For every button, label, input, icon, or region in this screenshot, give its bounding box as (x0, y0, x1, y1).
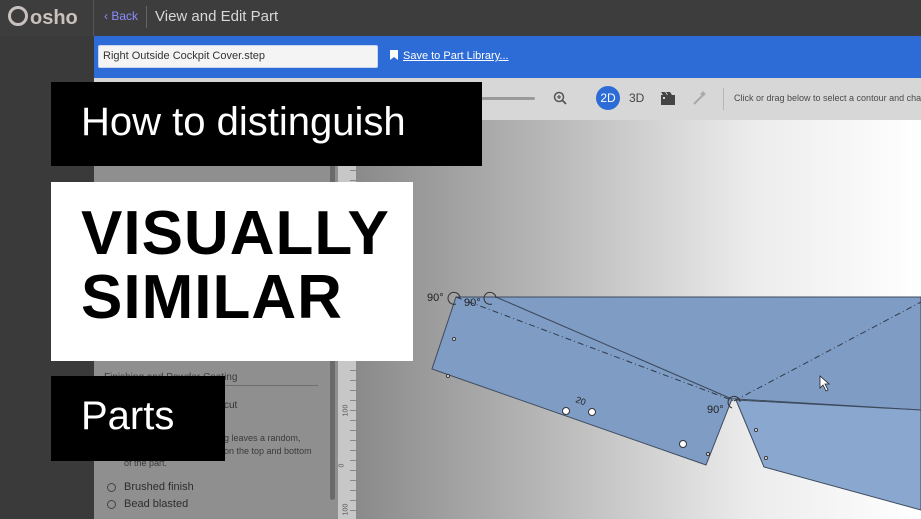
option-label: cut (224, 400, 238, 411)
filename-field[interactable]: Right Outside Cockpit Cover.step (98, 45, 378, 68)
bookmark-icon (390, 50, 398, 60)
title-card-line3: Parts (51, 376, 225, 461)
logo-text: osho (30, 7, 78, 29)
part-flange-right[interactable] (735, 399, 921, 511)
save-to-library-label: Save to Part Library... (403, 50, 509, 62)
option-description: on the top and bottom (224, 446, 312, 456)
radio-brushed-finish[interactable] (107, 483, 116, 492)
bend-angle-label: 90° (464, 297, 481, 309)
zoom-slider[interactable] (480, 97, 535, 100)
hole (562, 407, 570, 415)
part-drawing[interactable]: 90° 90° 90° 20 (356, 120, 921, 519)
ruler-label: 0 (338, 463, 346, 468)
title-card-line1: How to distinguish (51, 82, 482, 166)
header-divider (93, 0, 94, 36)
zoom-in-icon[interactable] (553, 91, 567, 105)
toolbar-separator (723, 88, 724, 110)
hole (679, 440, 687, 448)
hole (588, 408, 596, 416)
hole (452, 337, 456, 341)
view-3d-button[interactable]: 3D (629, 91, 644, 105)
save-to-library-link[interactable]: Save to Part Library... (390, 50, 509, 62)
option-description: g leaves a random, (224, 433, 301, 443)
title-card-emphasis: VISUALLY SIMILAR (51, 182, 413, 361)
app-logo[interactable]: osho (8, 6, 90, 32)
app-header (0, 0, 921, 36)
radio-bead-blasted[interactable] (107, 500, 116, 509)
back-button[interactable]: ‹ Back (104, 9, 138, 23)
emphasis-line-1: VISUALLY (81, 199, 390, 268)
ruler-label: 100 (342, 503, 350, 516)
hole (754, 428, 758, 432)
option-brushed-finish[interactable]: Brushed finish (124, 481, 194, 493)
hole (764, 456, 768, 460)
drawing-canvas[interactable]: 90° 90° 90° 20 (356, 120, 921, 519)
view-2d-button[interactable]: 2D (596, 86, 620, 110)
bend-angle-label: 90° (427, 292, 444, 304)
page-title: View and Edit Part (155, 8, 279, 25)
back-label: Back (111, 9, 139, 23)
option-bead-blasted[interactable]: Bead blasted (124, 498, 188, 510)
logo-ring-icon (8, 6, 28, 26)
emphasis-line-2: SIMILAR (81, 263, 343, 332)
wand-icon[interactable] (692, 91, 706, 105)
hole (706, 452, 710, 456)
toolbar-hint: Click or drag below to select a contour … (734, 93, 921, 103)
header-separator (146, 6, 147, 28)
film-icon[interactable] (661, 92, 675, 105)
hole (446, 374, 450, 378)
ruler-label: 100 (342, 404, 350, 417)
bend-angle-label: 90° (707, 404, 724, 416)
